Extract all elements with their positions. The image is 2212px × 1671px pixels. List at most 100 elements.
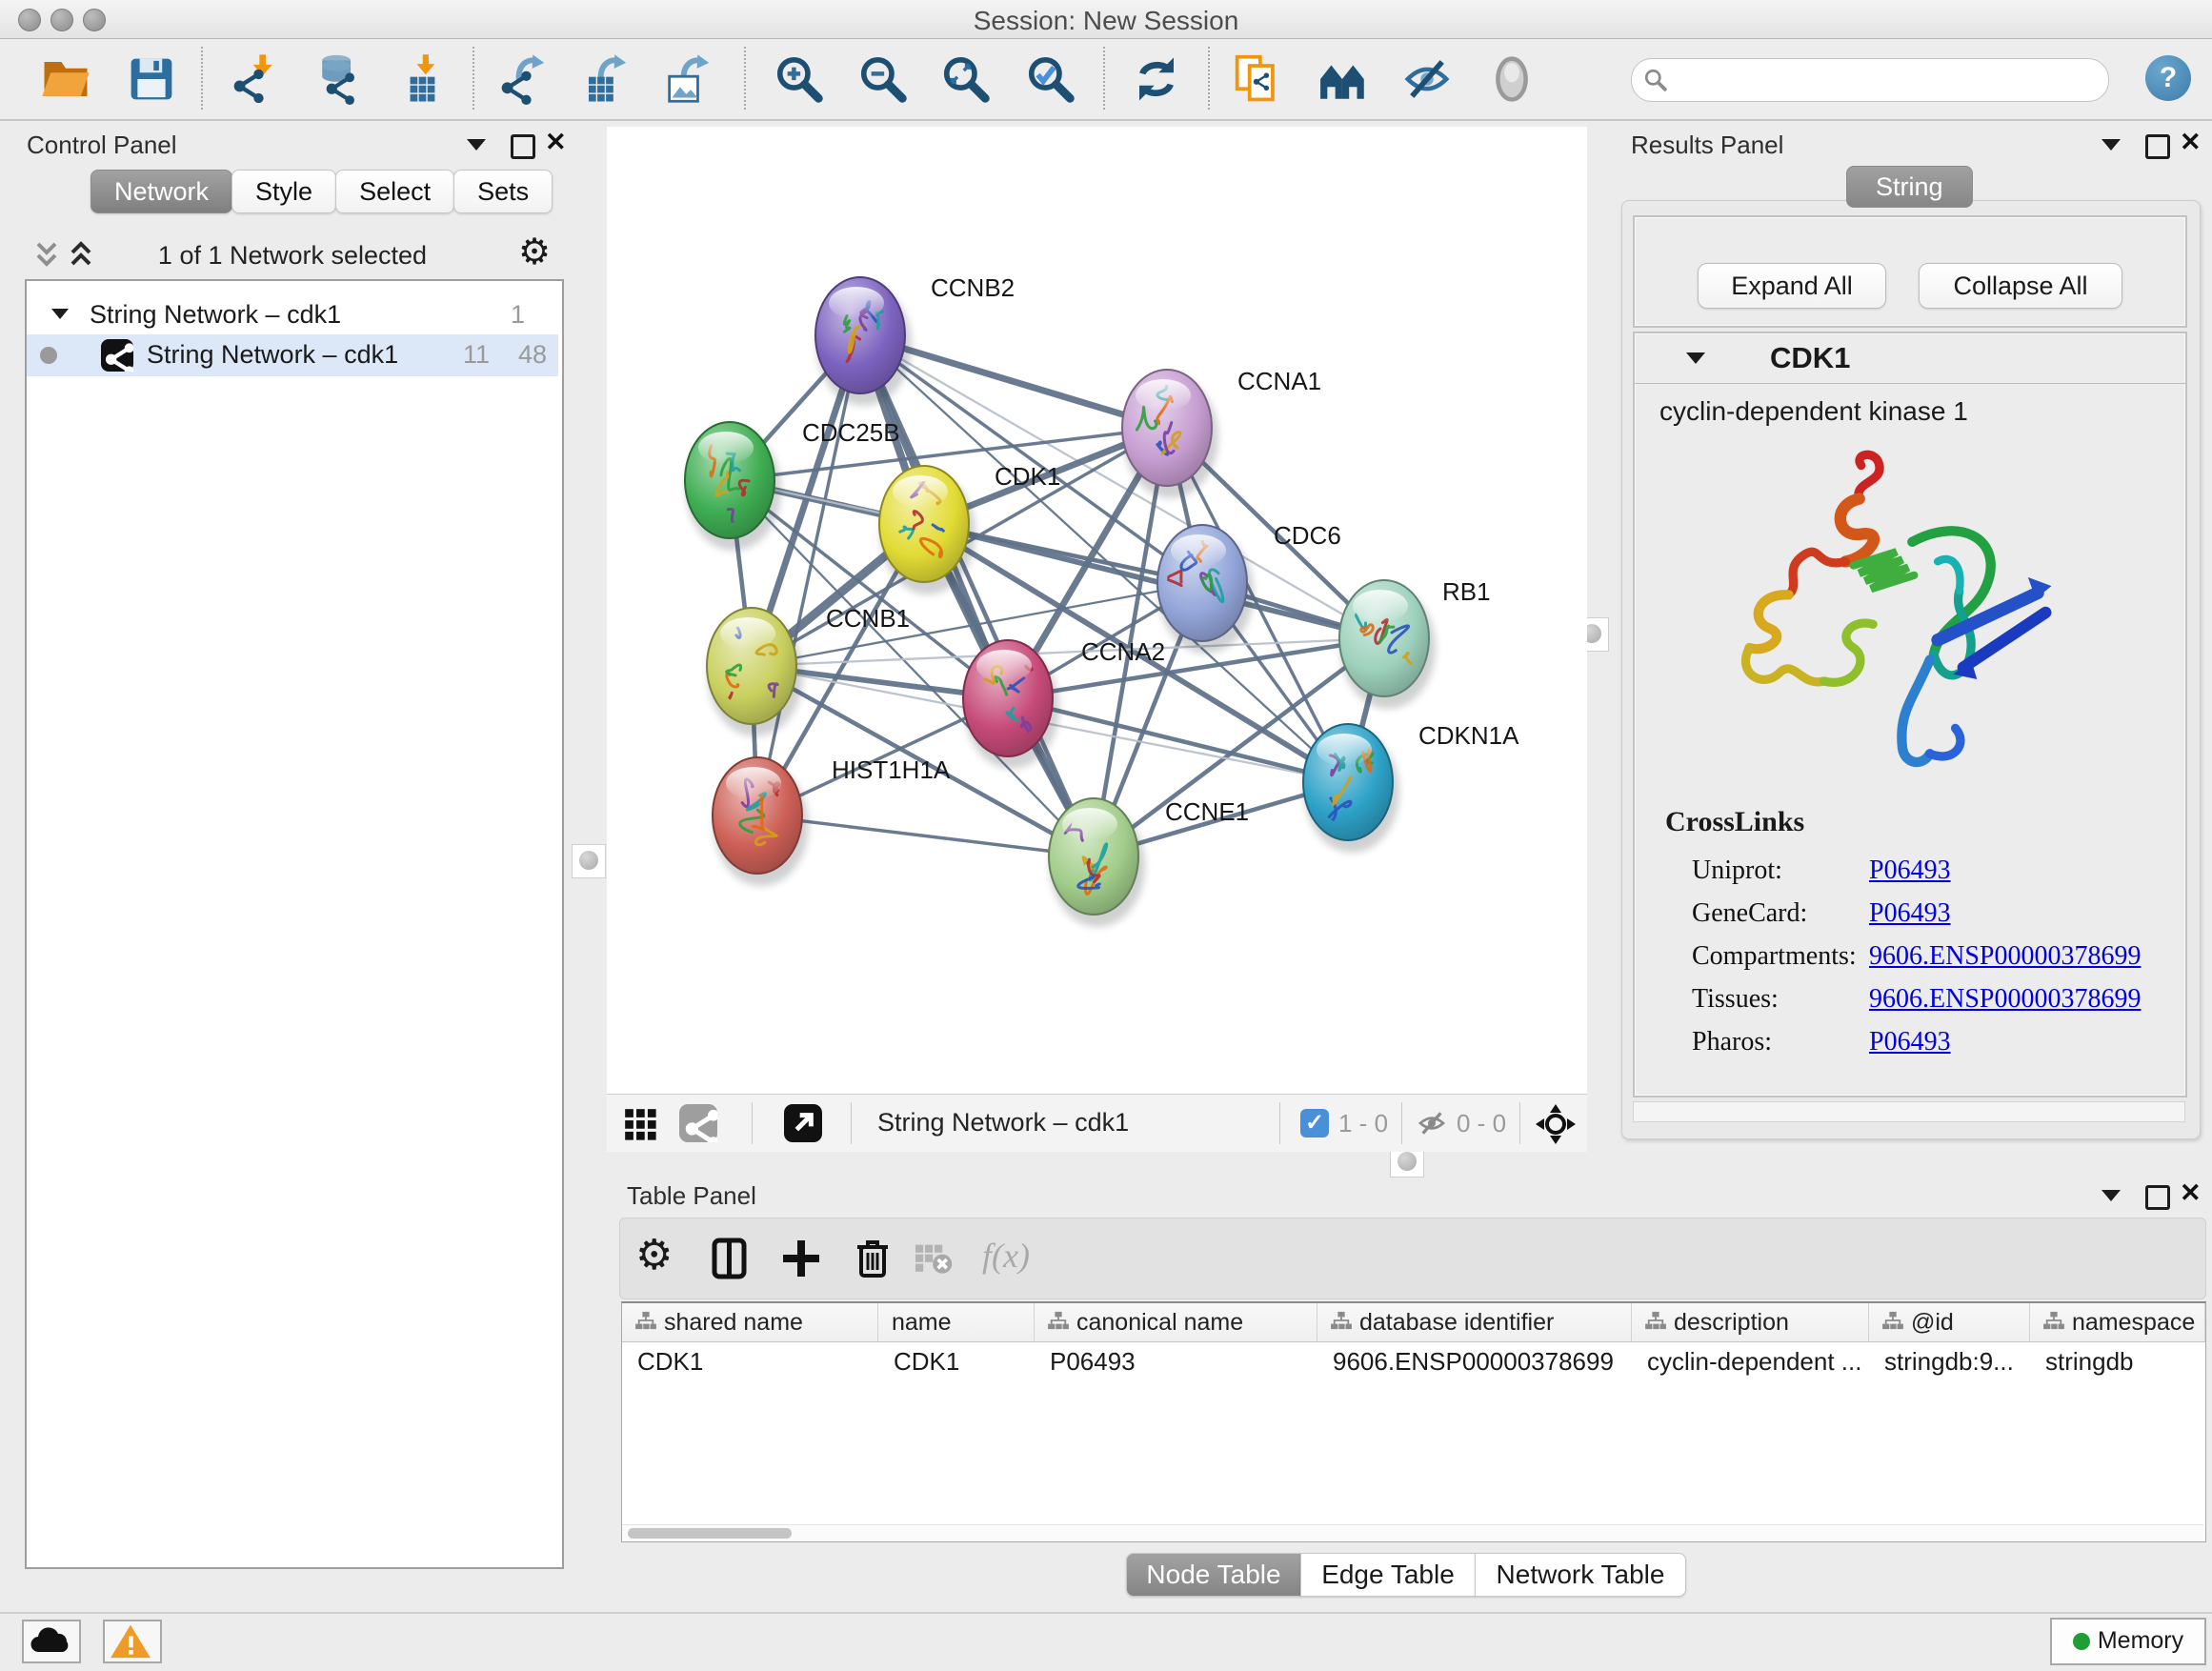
zoom-in-icon[interactable] bbox=[774, 53, 825, 105]
column-header-shared-name[interactable]: shared name bbox=[622, 1303, 878, 1341]
zoom-out-icon[interactable] bbox=[857, 53, 909, 105]
table-cell[interactable]: stringdb bbox=[2030, 1342, 2205, 1384]
node-CDKN1A[interactable] bbox=[1303, 724, 1393, 840]
open-session-icon[interactable] bbox=[40, 53, 91, 105]
first-neighbors-icon[interactable] bbox=[1318, 53, 1370, 105]
column-header-namespace[interactable]: namespace bbox=[2030, 1303, 2205, 1341]
zoom-selected-icon[interactable] bbox=[1025, 53, 1076, 105]
add-column-icon[interactable] bbox=[778, 1236, 824, 1281]
open-in-window-icon[interactable] bbox=[784, 1104, 822, 1142]
export-image-icon[interactable] bbox=[665, 53, 716, 105]
selected-checkbox-icon[interactable]: ✓ bbox=[1300, 1109, 1329, 1137]
results-panel-menu-icon[interactable] bbox=[2101, 139, 2121, 151]
tab-network-table[interactable]: Network Table bbox=[1475, 1553, 1686, 1597]
export-network-icon[interactable] bbox=[500, 53, 552, 105]
column-header-description[interactable]: description bbox=[1632, 1303, 1869, 1341]
search-input[interactable] bbox=[1631, 58, 2109, 102]
columns-icon[interactable] bbox=[707, 1236, 753, 1281]
save-session-icon[interactable] bbox=[126, 53, 177, 105]
show-all-icon[interactable] bbox=[1486, 53, 1538, 105]
control-panel-float-icon[interactable] bbox=[511, 134, 535, 159]
crosslink-link[interactable]: 9606.ENSP00000378699 bbox=[1869, 984, 2141, 1014]
refresh-icon[interactable] bbox=[1131, 53, 1182, 105]
gene-header-row[interactable]: CDK1 bbox=[1635, 333, 2185, 384]
column-header-database-identifier[interactable]: database identifier bbox=[1317, 1303, 1632, 1341]
node-HIST1H1A[interactable] bbox=[713, 757, 802, 874]
crosslink-link[interactable]: P06493 bbox=[1869, 856, 1951, 885]
tab-network[interactable]: Network bbox=[90, 170, 232, 213]
tab-style[interactable]: Style bbox=[231, 170, 336, 213]
warning-button[interactable] bbox=[103, 1620, 162, 1663]
results-panel-close-icon[interactable]: ✕ bbox=[2180, 128, 2202, 157]
gear-icon[interactable]: ⚙ bbox=[518, 234, 551, 271]
table-cell[interactable]: CDK1 bbox=[622, 1342, 878, 1384]
column-header-name[interactable]: name bbox=[878, 1303, 1035, 1341]
crosslink-link[interactable]: 9606.ENSP00000378699 bbox=[1869, 941, 2141, 971]
column-header-canonical-name[interactable]: canonical name bbox=[1035, 1303, 1317, 1341]
delete-column-icon[interactable] bbox=[850, 1236, 895, 1281]
node-RB1[interactable] bbox=[1339, 580, 1429, 696]
control-panel-close-icon[interactable]: ✕ bbox=[545, 128, 567, 157]
table-cell[interactable]: P06493 bbox=[1035, 1342, 1317, 1384]
results-scrollbar[interactable] bbox=[1633, 1101, 2185, 1122]
tab-sets[interactable]: Sets bbox=[453, 170, 553, 213]
node-CDC6[interactable] bbox=[1157, 525, 1247, 641]
table-panel-float-icon[interactable] bbox=[2145, 1185, 2170, 1210]
tab-string[interactable]: String bbox=[1846, 166, 1973, 208]
table-cell[interactable]: stringdb:9... bbox=[1869, 1342, 2030, 1384]
new-network-from-selection-icon[interactable] bbox=[1233, 53, 1284, 105]
crosslink-link[interactable]: P06493 bbox=[1869, 1027, 1951, 1057]
help-icon[interactable]: ? bbox=[2145, 55, 2191, 101]
table-cell[interactable]: cyclin-dependent ... bbox=[1632, 1342, 1869, 1384]
node-CCNA1[interactable] bbox=[1122, 370, 1212, 486]
table-row[interactable]: CDK1CDK1P064939606.ENSP00000378699cyclin… bbox=[622, 1342, 2205, 1384]
hide-selected-icon[interactable] bbox=[1401, 53, 1453, 105]
network-collection-row[interactable]: String Network – cdk1 1 bbox=[27, 296, 558, 336]
control-panel-menu-icon[interactable] bbox=[467, 139, 486, 151]
tree-expand-icon[interactable] bbox=[51, 309, 69, 319]
table-cell[interactable]: CDK1 bbox=[878, 1342, 1035, 1384]
tab-node-table[interactable]: Node Table bbox=[1126, 1553, 1301, 1597]
gene-collapse-icon[interactable] bbox=[1686, 352, 1705, 364]
edge-CCNB2-HIST1H1A[interactable] bbox=[757, 335, 860, 815]
cloud-button[interactable] bbox=[22, 1620, 81, 1663]
node-CCNE1[interactable] bbox=[1049, 798, 1138, 915]
results-panel-float-icon[interactable] bbox=[2145, 134, 2170, 159]
export-table-icon[interactable] bbox=[582, 53, 633, 105]
crosslink-link[interactable]: P06493 bbox=[1869, 898, 1951, 928]
table-horizontal-scrollbar[interactable] bbox=[622, 1524, 2203, 1540]
zoom-fit-icon[interactable] bbox=[940, 53, 992, 105]
import-network-database-icon[interactable] bbox=[312, 53, 364, 105]
tab-edge-table[interactable]: Edge Table bbox=[1300, 1553, 1476, 1597]
table-panel-close-icon[interactable]: ✕ bbox=[2180, 1178, 2202, 1208]
birdseye-icon[interactable] bbox=[1535, 1103, 1577, 1145]
tab-select[interactable]: Select bbox=[335, 170, 454, 213]
network-row[interactable]: String Network – cdk1 11 48 bbox=[27, 334, 558, 376]
gear-icon[interactable]: ⚙ bbox=[635, 1238, 673, 1274]
left-splitter-handle[interactable] bbox=[572, 844, 606, 878]
import-table-icon[interactable] bbox=[398, 53, 450, 105]
function-builder-icon[interactable]: f(x) bbox=[982, 1236, 1030, 1276]
hidden-eye-icon[interactable] bbox=[1415, 1108, 1449, 1138]
node-CDK1[interactable] bbox=[879, 466, 969, 582]
table-cell[interactable]: 9606.ENSP00000378699 bbox=[1317, 1342, 1632, 1384]
memory-button[interactable]: Memory bbox=[2050, 1618, 2206, 1665]
node-CCNA2[interactable] bbox=[963, 640, 1053, 756]
share-network-icon[interactable] bbox=[679, 1104, 717, 1142]
crosslink-label: Compartments: bbox=[1692, 941, 1869, 972]
grid-view-icon[interactable] bbox=[622, 1106, 658, 1142]
column-header--id[interactable]: @id bbox=[1869, 1303, 2030, 1341]
expand-all-button[interactable]: Expand All bbox=[1698, 263, 1886, 309]
memory-label: Memory bbox=[2098, 1627, 2183, 1654]
node-CCNB1[interactable] bbox=[707, 608, 796, 724]
collapse-all-button[interactable]: Collapse All bbox=[1919, 263, 2122, 309]
scrollbar-thumb[interactable] bbox=[628, 1528, 792, 1539]
delete-table-icon[interactable] bbox=[914, 1241, 955, 1279]
import-network-file-icon[interactable] bbox=[232, 53, 284, 105]
node-CCNB2[interactable] bbox=[815, 277, 905, 393]
table-panel-menu-icon[interactable] bbox=[2101, 1190, 2121, 1201]
network-graph[interactable]: CCNB2CCNA1CDC25BCDK1CDC6RB1CCNB1CCNA2CDK… bbox=[607, 127, 1587, 1094]
network-canvas[interactable]: CCNB2CCNA1CDC25BCDK1CDC6RB1CCNB1CCNA2CDK… bbox=[607, 127, 1587, 1094]
node-CDC25B[interactable] bbox=[685, 422, 774, 538]
crosslink-row: Compartments:9606.ENSP00000378699 bbox=[1692, 941, 2187, 979]
